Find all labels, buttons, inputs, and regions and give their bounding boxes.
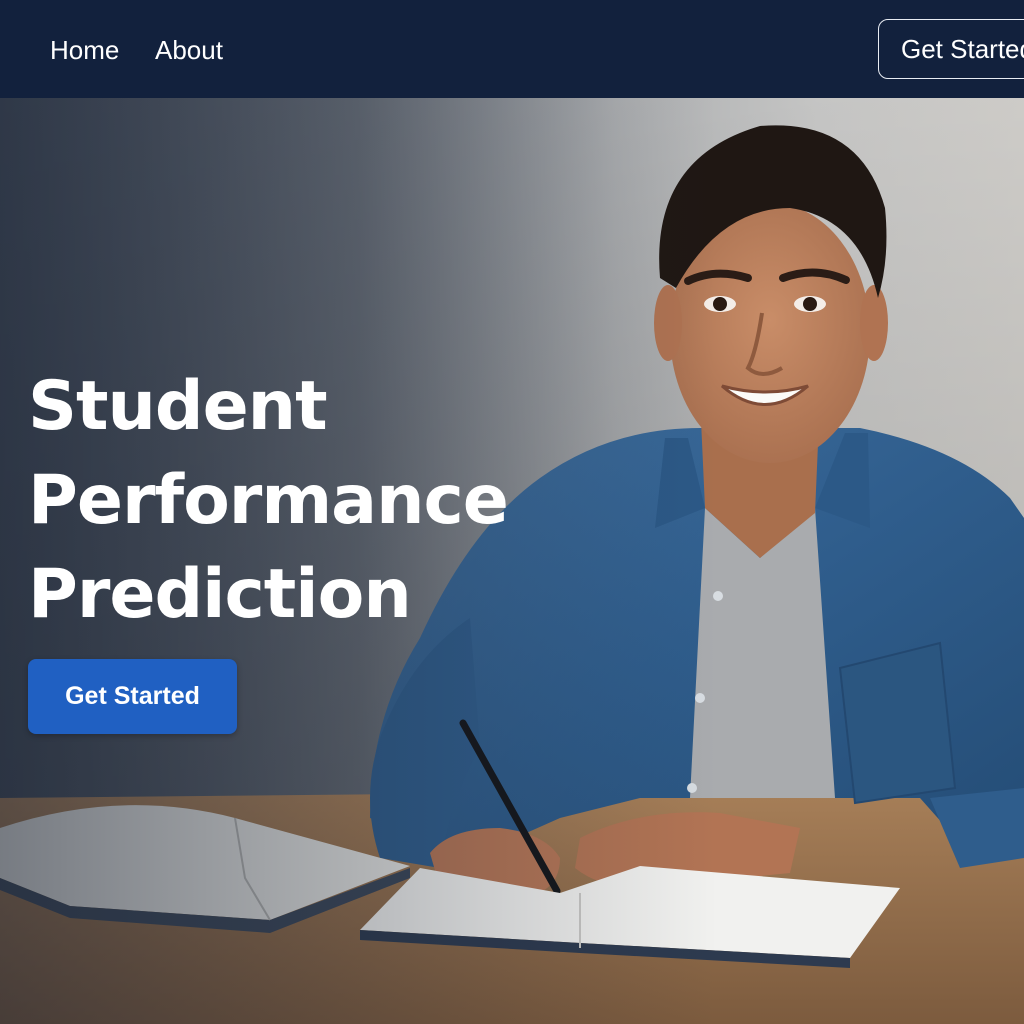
hero-title-line-3: Prediction — [28, 555, 412, 634]
landing-page: Home About Get Started Student Performan… — [0, 0, 1024, 1024]
hero-title-line-1: Student — [28, 367, 328, 446]
nav-get-started-button[interactable]: Get Started — [878, 19, 1024, 79]
hero-title-line-2: Performance — [28, 461, 509, 540]
nav-link-home[interactable]: Home — [50, 33, 119, 67]
hero-title: Student Performance Prediction — [28, 360, 588, 642]
hero-get-started-button[interactable]: Get Started — [28, 659, 237, 734]
nav-link-about[interactable]: About — [155, 33, 223, 67]
hero-section: Student Performance Prediction Get Start… — [0, 98, 1024, 1024]
top-navbar: Home About Get Started — [0, 0, 1024, 98]
